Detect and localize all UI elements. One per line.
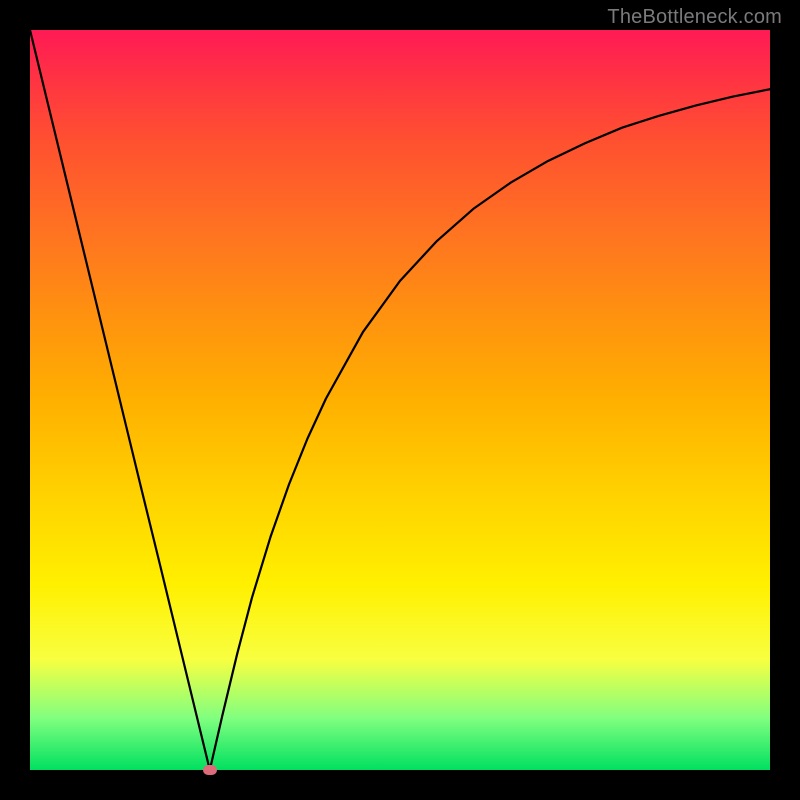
minimum-marker	[203, 765, 217, 775]
watermark-text: TheBottleneck.com	[607, 6, 782, 29]
curve-svg	[30, 30, 770, 770]
chart-container: TheBottleneck.com	[0, 0, 800, 800]
curve-path	[30, 30, 770, 770]
plot-area	[30, 30, 770, 770]
